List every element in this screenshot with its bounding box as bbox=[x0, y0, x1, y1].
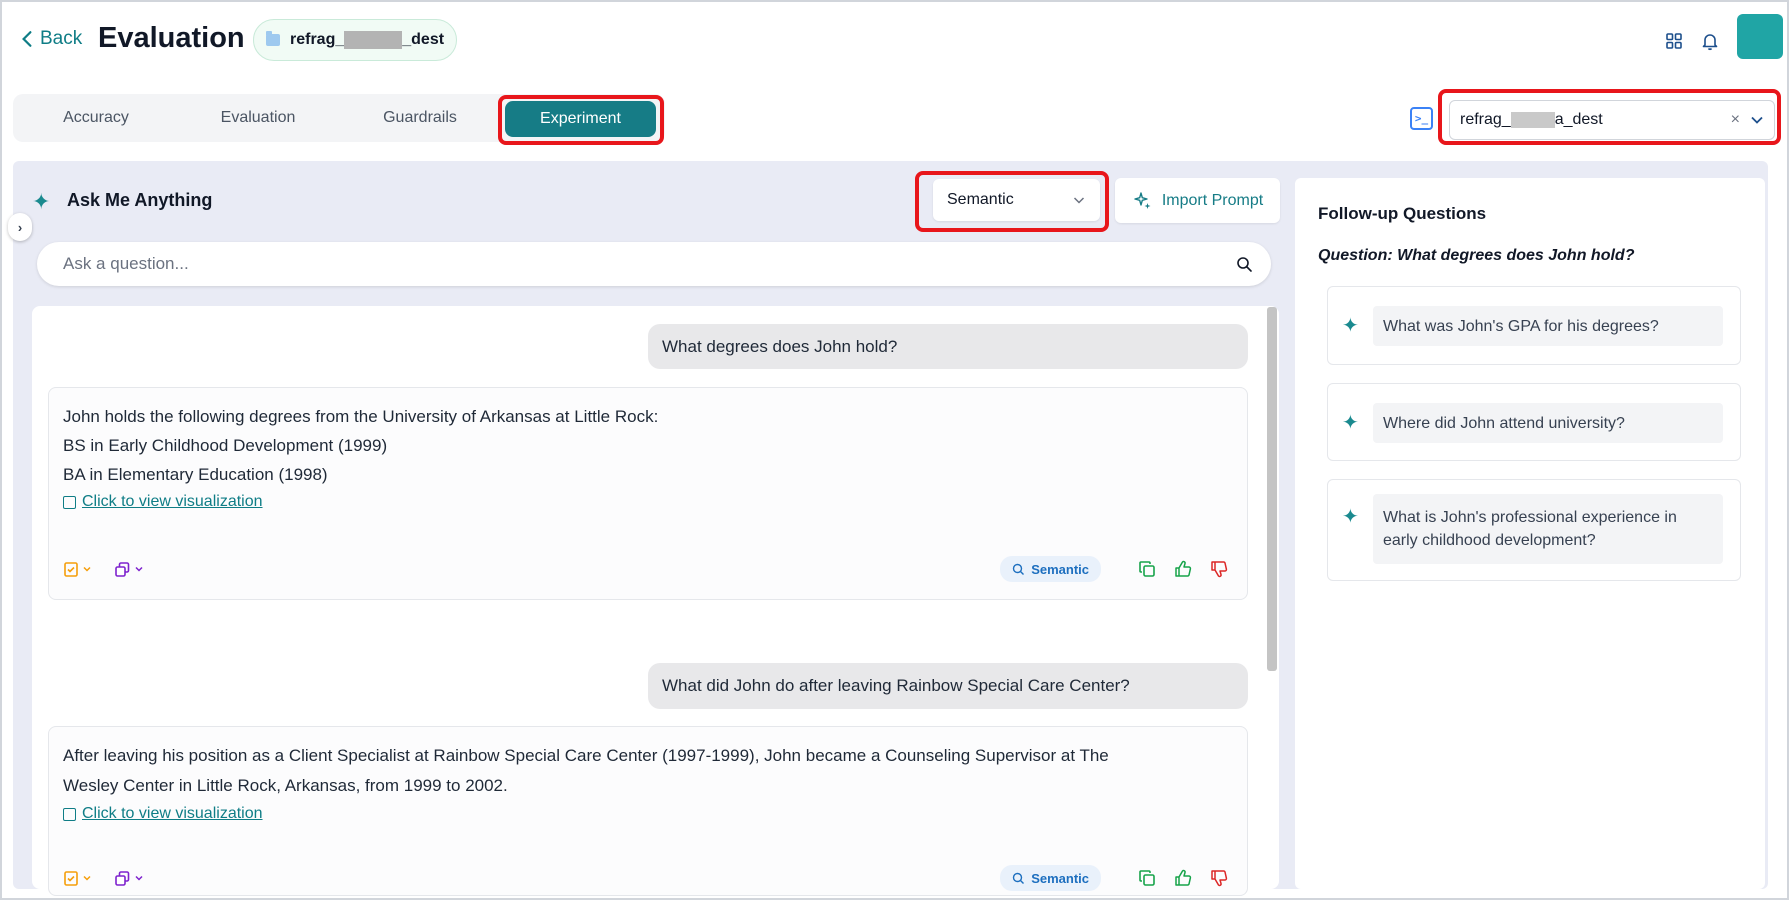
dataset-select-prefix: refrag_ bbox=[1460, 111, 1511, 128]
dataset-select-suffix: a_dest bbox=[1554, 111, 1603, 128]
dataset-select-value: refrag_ a_dest bbox=[1460, 111, 1603, 129]
followup-item-text: Where did John attend university? bbox=[1373, 403, 1723, 443]
back-button[interactable]: Back bbox=[20, 28, 82, 50]
ask-input[interactable] bbox=[63, 254, 1236, 274]
dataset-chip: refrag_ _dest bbox=[253, 19, 458, 61]
followup-question: Question: What degrees does John hold? bbox=[1318, 247, 1635, 264]
tab-evaluation[interactable]: Evaluation bbox=[185, 94, 331, 142]
chevron-down-icon bbox=[83, 875, 91, 881]
copy-icon bbox=[1139, 870, 1155, 886]
redaction bbox=[344, 30, 403, 49]
answer-line: BS in Early Childhood Development (1999) bbox=[63, 436, 388, 455]
thumbs-up-icon bbox=[1175, 560, 1192, 577]
semantic-badge: Semantic bbox=[1000, 556, 1101, 582]
chevron-down-icon bbox=[135, 566, 143, 572]
mode-select-value: Semantic bbox=[947, 191, 1014, 208]
layers-icon bbox=[115, 561, 130, 577]
dataset-chip-prefix: refrag_ bbox=[290, 31, 345, 49]
answer-line: BA in Elementary Education (1998) bbox=[63, 465, 328, 484]
tab-accuracy[interactable]: Accuracy bbox=[23, 94, 169, 142]
bell-icon[interactable] bbox=[1700, 31, 1720, 51]
redaction bbox=[1510, 111, 1555, 128]
checklist-icon bbox=[64, 561, 78, 577]
thumbs-down-icon bbox=[1211, 561, 1228, 578]
semantic-badge-label: Semantic bbox=[1031, 561, 1089, 577]
followup-item[interactable]: ✦ What was John's GPA for his degrees? bbox=[1327, 286, 1741, 365]
import-prompt-button[interactable]: Import Prompt bbox=[1115, 178, 1280, 223]
sparkle-icon: ✦ bbox=[32, 189, 51, 214]
view-visualization-label: Click to view visualization bbox=[82, 493, 263, 510]
view-visualization-link[interactable]: Click to view visualization bbox=[63, 493, 1247, 511]
copy-button[interactable] bbox=[1137, 559, 1157, 579]
followup-title: Follow-up Questions bbox=[1318, 204, 1487, 223]
page-title: Evaluation bbox=[98, 22, 245, 54]
tab-guardrails[interactable]: Guardrails bbox=[347, 94, 493, 142]
copy-button[interactable] bbox=[1137, 868, 1157, 888]
image-icon bbox=[63, 495, 76, 509]
answer-line: John holds the following degrees from th… bbox=[63, 407, 659, 426]
user-question: What degrees does John hold? bbox=[648, 324, 1248, 369]
thumbs-down-button[interactable] bbox=[1209, 868, 1229, 888]
answer-text: After leaving his position as a Client S… bbox=[49, 727, 1247, 801]
chat-scrollbar[interactable] bbox=[1267, 307, 1277, 671]
copy-icon bbox=[1139, 561, 1155, 577]
avatar[interactable] bbox=[1737, 14, 1783, 59]
search-icon bbox=[1012, 872, 1025, 884]
answer-card: John holds the following degrees from th… bbox=[48, 387, 1248, 600]
view-visualization-label: Click to view visualization bbox=[82, 805, 263, 822]
thumbs-down-icon bbox=[1211, 870, 1228, 887]
followup-item-text: What is John's professional experience i… bbox=[1373, 494, 1723, 564]
followup-item[interactable]: ✦ What is John's professional experience… bbox=[1327, 479, 1741, 581]
ask-input-container bbox=[37, 242, 1271, 286]
chevron-down-icon bbox=[83, 566, 91, 572]
answer-line: After leaving his position as a Client S… bbox=[63, 746, 1109, 765]
tab-experiment[interactable]: Experiment bbox=[505, 101, 656, 137]
sparkle-icon: ✦ bbox=[1342, 315, 1359, 337]
sparkle-icon: ✦ bbox=[1342, 506, 1359, 528]
chevron-down-icon[interactable] bbox=[1750, 113, 1764, 127]
followup-item[interactable]: ✦ Where did John attend university? bbox=[1327, 383, 1741, 461]
import-prompt-label: Import Prompt bbox=[1161, 191, 1264, 209]
clear-icon[interactable]: × bbox=[1731, 111, 1740, 129]
image-icon bbox=[63, 807, 76, 821]
sidebar-toggle[interactable]: › bbox=[8, 213, 32, 241]
semantic-badge: Semantic bbox=[1000, 865, 1101, 891]
back-label: Back bbox=[40, 28, 83, 49]
user-question: What did John do after leaving Rainbow S… bbox=[648, 663, 1248, 709]
grid-icon[interactable] bbox=[1664, 31, 1684, 51]
thumbs-up-button[interactable] bbox=[1173, 868, 1193, 888]
sparkle-icon: ✦ bbox=[1342, 412, 1359, 434]
answer-text: John holds the following degrees from th… bbox=[49, 388, 1247, 489]
semantic-badge-label: Semantic bbox=[1031, 870, 1089, 886]
layers-icon bbox=[115, 870, 130, 886]
answer-line: Wesley Center in Little Rock, Arkansas, … bbox=[63, 776, 508, 795]
checklist-dropdown[interactable] bbox=[63, 870, 92, 887]
dataset-chip-suffix: _dest bbox=[402, 31, 445, 49]
magic-icon bbox=[1134, 191, 1151, 209]
ama-title: Ask Me Anything bbox=[67, 190, 213, 210]
dataset-select[interactable]: refrag_ a_dest × bbox=[1449, 100, 1775, 140]
followup-item-text: What was John's GPA for his degrees? bbox=[1373, 306, 1723, 346]
layers-dropdown[interactable] bbox=[114, 870, 144, 887]
answer-footer: Semantic bbox=[63, 863, 1229, 893]
thumbs-up-button[interactable] bbox=[1173, 559, 1193, 579]
thumbs-down-button[interactable] bbox=[1209, 559, 1229, 579]
search-icon[interactable] bbox=[1236, 256, 1253, 273]
view-visualization-link[interactable]: Click to view visualization bbox=[63, 805, 1247, 823]
answer-footer: Semantic bbox=[63, 554, 1229, 584]
answer-card: After leaving his position as a Client S… bbox=[48, 726, 1248, 896]
thumbs-up-icon bbox=[1175, 869, 1192, 886]
checklist-icon bbox=[64, 870, 78, 886]
search-icon bbox=[1012, 563, 1025, 575]
chevron-left-icon bbox=[22, 31, 32, 47]
mode-select[interactable]: Semantic bbox=[933, 179, 1100, 221]
terminal-icon[interactable]: >_ bbox=[1410, 107, 1433, 130]
chevron-down-icon bbox=[1073, 197, 1085, 204]
dataset-chip-label: refrag_ _dest bbox=[290, 30, 445, 49]
chevron-down-icon bbox=[135, 875, 143, 881]
checklist-dropdown[interactable] bbox=[63, 561, 92, 578]
layers-dropdown[interactable] bbox=[114, 561, 144, 578]
folder-icon bbox=[266, 31, 280, 46]
